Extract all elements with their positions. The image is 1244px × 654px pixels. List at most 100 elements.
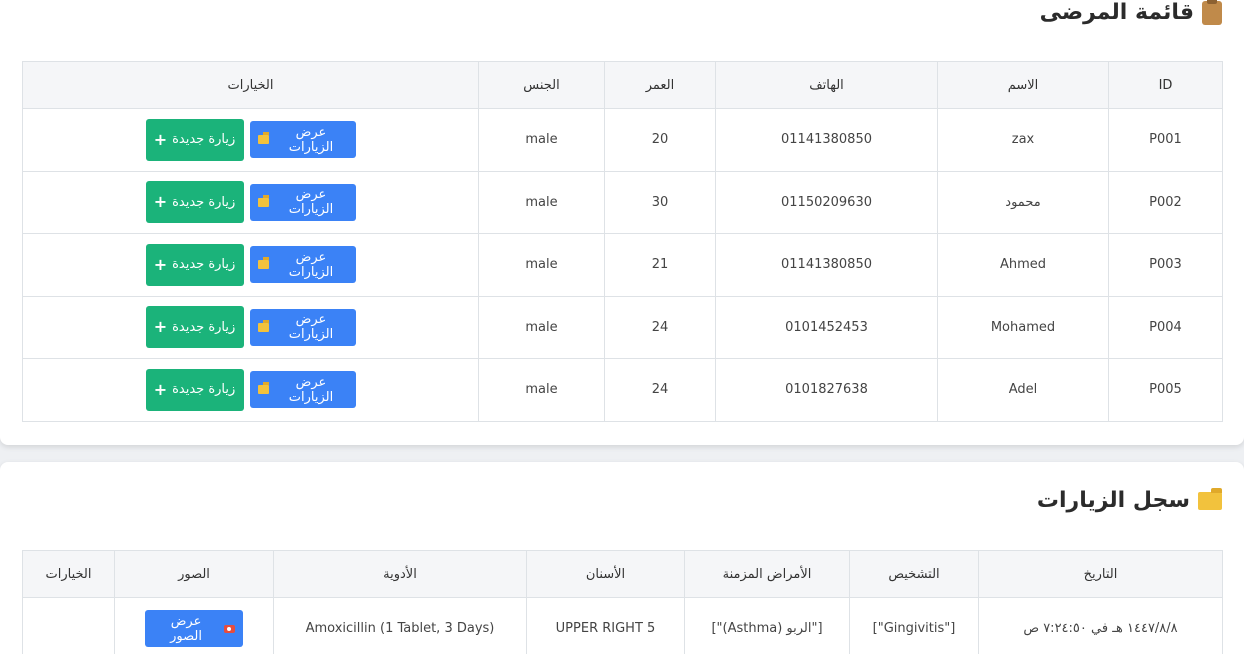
new-visit-button[interactable]: + زيارة جديدة [145,368,244,411]
new-visit-button[interactable]: + زيارة جديدة [145,306,244,349]
view-visits-button[interactable]: عرض الزيارات [249,371,356,409]
header-age: العمر [604,61,716,109]
patient-age: 21 [604,233,716,297]
visit-date: ١٤٤٧/٨/٨ هـ في ٧:٢٤:٥٠ ص [978,597,1223,654]
folder-open-icon [257,194,270,207]
patient-phone: 0101827638 [715,358,938,422]
table-row: P001 zax 01141380850 20 male + زيارة جدي… [22,108,1223,172]
patient-phone: 01150209630 [715,170,938,234]
header-options: الخيارات [22,61,479,109]
plus-icon: + [153,379,168,399]
patient-id: P002 [1108,170,1223,234]
patient-name: Ahmed [937,233,1109,297]
patient-id: P004 [1108,295,1223,359]
visit-diagnosis: ["Gingivitis"] [849,597,979,654]
plus-icon: + [153,192,168,212]
patient-name: محمود [937,170,1109,234]
patient-id: P001 [1108,108,1223,172]
patient-age: 30 [604,170,716,234]
view-visits-label: عرض الزيارات [288,187,334,218]
table-row: P004 Mohamed 0101452453 24 male + زيارة … [22,295,1223,359]
folder-open-icon [257,319,270,332]
table-row: P005 Adel 0101827638 24 male + زيارة جدي… [22,358,1223,422]
visit-medications: Amoxicillin (1 Tablet, 3 Days) [273,597,527,654]
header-teeth: الأسنان [526,550,685,598]
folder-open-icon [1198,487,1222,510]
view-images-label: عرض الصور [170,613,202,644]
new-visit-label: زيارة جديدة [172,319,236,335]
patient-age: 24 [604,358,716,422]
new-visit-label: زيارة جديدة [172,257,236,273]
patient-gender: male [478,358,605,422]
patients-header-row: ID الاسم الهاتف العمر الجنس الخيارات [22,61,1223,109]
new-visit-button[interactable]: + زيارة جديدة [145,118,244,161]
header-visit-options: الخيارات [22,550,115,598]
patient-options: + زيارة جديدة عرض الزيارات [22,233,479,297]
view-visits-button[interactable]: عرض الزيارات [249,121,356,159]
header-id: ID [1108,61,1223,109]
table-row: P003 Ahmed 01141380850 21 male + زيارة ج… [22,233,1223,297]
table-row: ١٤٤٧/٨/٨ هـ في ٧:٢٤:٥٠ ص ["Gingivitis"] … [22,597,1223,654]
patient-name: zax [937,108,1109,172]
folder-open-icon [257,382,270,395]
patient-name: Mohamed [937,295,1109,359]
new-visit-label: زيارة جديدة [172,382,236,398]
patient-phone: 0101452453 [715,295,938,359]
camera-icon [224,624,235,633]
header-images: الصور [114,550,274,598]
patient-gender: male [478,233,605,297]
header-gender: الجنس [478,61,605,109]
patient-id: P005 [1108,358,1223,422]
plus-icon: + [153,254,168,274]
plus-icon: + [153,317,168,337]
header-name: الاسم [937,61,1109,109]
header-date: التاريخ [978,550,1223,598]
view-visits-label: عرض الزيارات [288,312,334,343]
view-visits-label: عرض الزيارات [288,374,334,405]
view-visits-label: عرض الزيارات [288,249,334,280]
patient-options: + زيارة جديدة عرض الزيارات [22,358,479,422]
new-visit-button[interactable]: + زيارة جديدة [145,243,244,286]
new-visit-button[interactable]: + زيارة جديدة [145,181,244,224]
visits-title-text: سجل الزيارات [1036,488,1190,513]
folder-open-icon [257,132,270,145]
view-visits-button[interactable]: عرض الزيارات [249,183,356,221]
visit-chronic: ["الربو (Asthma)"] [684,597,850,654]
visits-card: سجل الزيارات التاريخ التشخيص الأمراض الم… [0,462,1244,654]
visits-table: التاريخ التشخيص الأمراض المزمنة الأسنان … [22,550,1223,654]
new-visit-label: زيارة جديدة [172,194,236,210]
view-visits-button[interactable]: عرض الزيارات [249,308,356,346]
visits-header-row: التاريخ التشخيص الأمراض المزمنة الأسنان … [22,550,1223,598]
folder-open-icon [257,257,270,270]
header-medications: الأدوية [273,550,527,598]
visits-title: سجل الزيارات [1036,487,1222,513]
patients-card: قائمة المرضى ID الاسم الهاتف العمر الجنس… [0,0,1244,445]
patient-age: 20 [604,108,716,172]
new-visit-label: زيارة جديدة [172,132,236,148]
table-row: P002 محمود 01150209630 30 male + زيارة ج… [22,170,1223,234]
patient-phone: 01141380850 [715,233,938,297]
patients-title: قائمة المرضى [1040,0,1222,25]
patient-options: + زيارة جديدة عرض الزيارات [22,295,479,359]
view-visits-label: عرض الزيارات [288,124,334,155]
view-images-button[interactable]: عرض الصور [145,610,243,647]
visit-teeth: UPPER RIGHT 5 [526,597,685,654]
patient-name: Adel [937,358,1109,422]
patient-age: 24 [604,295,716,359]
patient-phone: 01141380850 [715,108,938,172]
patient-gender: male [478,108,605,172]
patients-table: ID الاسم الهاتف العمر الجنس الخيارات P00… [22,61,1223,422]
patient-gender: male [478,295,605,359]
visit-images: عرض الصور [114,597,274,654]
clipboard-icon [1202,0,1222,25]
patient-id: P003 [1108,233,1223,297]
header-chronic: الأمراض المزمنة [684,550,850,598]
patient-options: + زيارة جديدة عرض الزيارات [22,108,479,172]
plus-icon: + [153,129,168,149]
visit-options [22,597,115,654]
patient-options: + زيارة جديدة عرض الزيارات [22,170,479,234]
header-phone: الهاتف [715,61,938,109]
patient-gender: male [478,170,605,234]
view-visits-button[interactable]: عرض الزيارات [249,246,356,284]
header-diagnosis: التشخيص [849,550,979,598]
